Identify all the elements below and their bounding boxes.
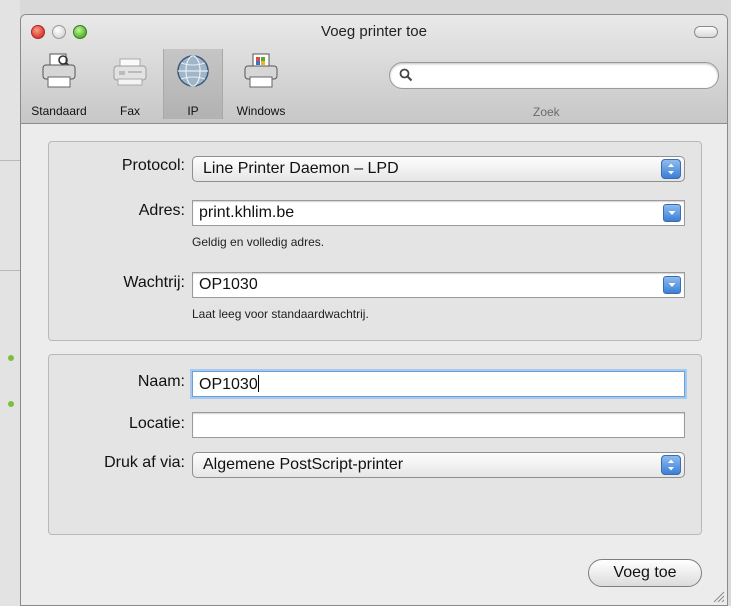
chevron-down-icon — [668, 211, 676, 215]
name-value: OP1030 — [199, 376, 258, 393]
background-status-dot — [8, 355, 14, 361]
background-divider — [0, 160, 20, 161]
address-value: print.khlim.be — [199, 204, 295, 221]
printer-default-icon — [42, 53, 76, 88]
address-hint: Geldig en volledig adres. — [192, 235, 325, 249]
tab-windows-label: Windows — [236, 104, 286, 118]
add-printer-button[interactable]: Voeg toe — [588, 559, 702, 587]
search-label: Zoek — [533, 105, 560, 119]
location-label: Locatie: — [128, 415, 185, 432]
protocol-stepper-icon — [661, 159, 681, 179]
fax-icon — [113, 58, 147, 86]
address-combo[interactable]: print.khlim.be — [192, 200, 685, 226]
background-window — [0, 0, 20, 606]
queue-dropdown-button[interactable] — [663, 276, 681, 294]
connection-panel: Protocol: Line Printer Daemon – LPD Adre… — [48, 141, 702, 341]
toolbar-toggle-button[interactable] — [694, 26, 718, 38]
queue-label: Wachtrij: — [123, 274, 185, 291]
queue-combo[interactable]: OP1030 — [192, 272, 685, 298]
queue-hint: Laat leeg voor standaardwachtrij. — [192, 307, 369, 321]
tab-ip[interactable]: IP — [163, 49, 223, 119]
text-cursor — [257, 375, 259, 392]
location-input[interactable] — [192, 412, 685, 438]
tab-fax[interactable]: Fax — [99, 49, 161, 119]
chevron-down-icon — [668, 283, 676, 287]
print-via-stepper-icon — [661, 455, 681, 475]
tab-standaard-label: Standaard — [31, 104, 87, 118]
globe-icon — [177, 55, 209, 87]
protocol-select[interactable]: Line Printer Daemon – LPD — [192, 156, 685, 182]
tab-windows[interactable]: Windows — [223, 49, 299, 119]
address-label: Adres: — [138, 202, 185, 219]
name-label: Naam: — [137, 373, 185, 390]
tab-standaard[interactable]: Standaard — [21, 49, 97, 119]
window-title: Voeg printer toe — [321, 23, 427, 40]
search-field[interactable] — [389, 62, 719, 89]
protocol-label: Protocol: — [121, 157, 185, 174]
protocol-value: Line Printer Daemon – LPD — [203, 160, 399, 177]
window-toolbar: Voeg printer toe Standaard Fax IP Window… — [21, 15, 727, 124]
print-via-select[interactable]: Algemene PostScript-printer — [192, 452, 685, 478]
printer-details-panel: Naam: OP1030 Locatie: Druk af via: Algem… — [48, 354, 702, 535]
background-status-dot — [8, 401, 14, 407]
print-via-value: Algemene PostScript-printer — [203, 456, 404, 473]
background-divider — [0, 270, 20, 271]
tab-ip-label: IP — [187, 104, 199, 118]
queue-value: OP1030 — [199, 276, 258, 293]
resize-grip-icon[interactable] — [711, 589, 725, 603]
search-icon — [399, 68, 413, 82]
tab-fax-label: Fax — [119, 104, 140, 118]
address-dropdown-button[interactable] — [663, 204, 681, 222]
name-input[interactable]: OP1030 — [192, 371, 685, 397]
windows-printer-icon — [244, 53, 278, 88]
add-printer-window: Voeg printer toe Standaard Fax IP Window… — [20, 14, 728, 606]
print-via-label: Druk af via: — [104, 454, 185, 471]
